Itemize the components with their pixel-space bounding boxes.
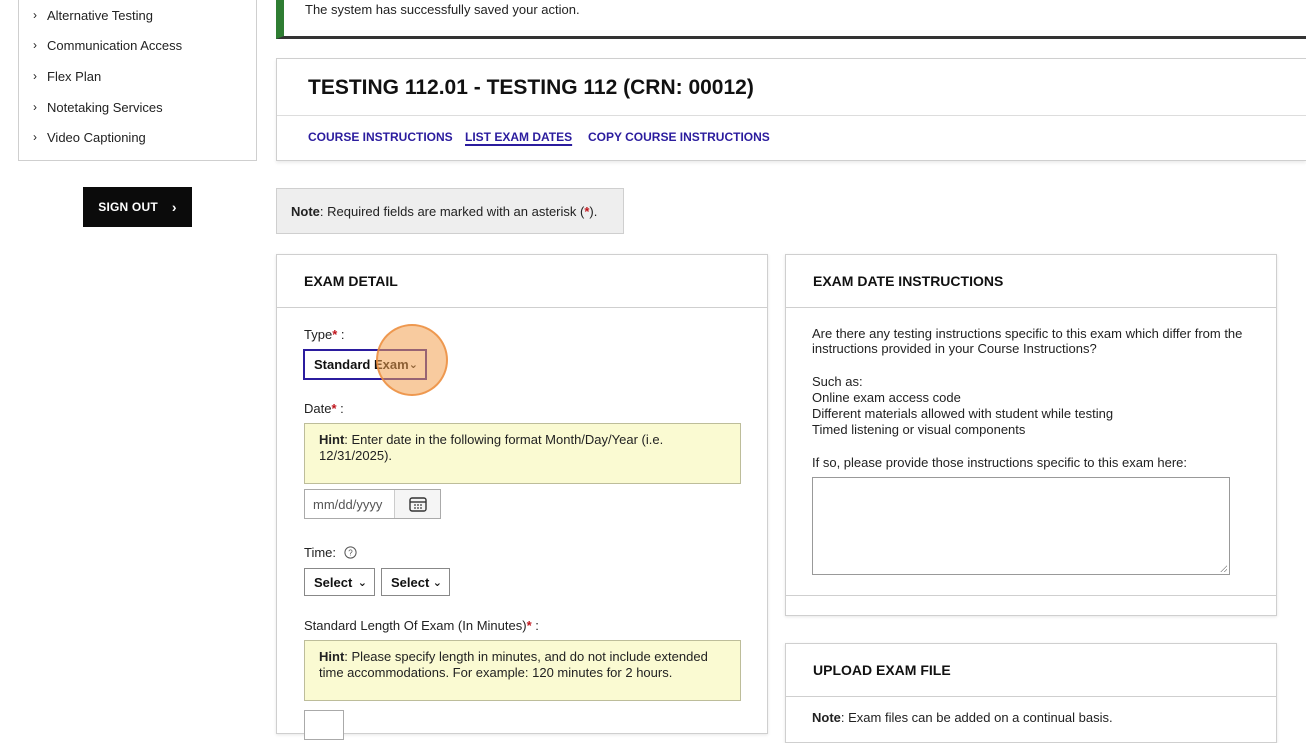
sidebar-item-label: Communication Access	[47, 37, 183, 53]
type-label-text: Type	[304, 327, 333, 342]
exam-date-instructions-header: EXAM DATE INSTRUCTIONS	[786, 255, 1276, 308]
required-asterisk: *	[526, 618, 532, 633]
divider	[786, 595, 1276, 596]
required-asterisk: *	[331, 401, 337, 416]
time-hour-select[interactable]: Select ⌄	[304, 568, 375, 596]
sidebar-item-label: Flex Plan	[47, 68, 102, 84]
sidebar-item-notetaking-services[interactable]: › Notetaking Services	[33, 97, 163, 117]
upload-note: Note: Exam files can be added on a conti…	[812, 710, 1113, 725]
example-item: Timed listening or visual components	[812, 422, 1026, 437]
sidebar-item-video-captioning[interactable]: › Video Captioning	[33, 127, 146, 147]
exam-instructions-textarea[interactable]	[812, 477, 1230, 575]
date-label-text: Date	[304, 401, 332, 416]
date-label: Date* :	[304, 401, 344, 416]
upload-exam-file-card: UPLOAD EXAM FILE Note: Exam files can be…	[785, 643, 1277, 743]
resize-handle-icon[interactable]	[1220, 565, 1227, 572]
time-label: Time: ?	[304, 545, 357, 560]
hint-prefix: Hint	[319, 432, 345, 447]
hint-text: : Enter date in the following format Mon…	[319, 432, 664, 463]
chevron-right-icon: ›	[33, 8, 37, 22]
length-label-text: Standard Length Of Exam (In Minutes)	[304, 618, 527, 633]
course-title: TESTING 112.01 - TESTING 112 (CRN: 00012…	[308, 76, 754, 99]
upload-exam-file-header: UPLOAD EXAM FILE	[786, 644, 1276, 697]
required-fields-note: Note : Required fields are marked with a…	[276, 188, 624, 234]
note-prefix: Note	[812, 710, 841, 725]
instructions-prompt: If so, please provide those instructions…	[812, 455, 1188, 470]
length-label: Standard Length Of Exam (In Minutes)* :	[304, 618, 539, 633]
example-item: Online exam access code	[812, 390, 961, 405]
chevron-right-icon: ›	[33, 69, 37, 83]
note-text: : Required fields are marked with an ast…	[319, 203, 585, 219]
alert-message: The system has successfully saved your a…	[305, 2, 580, 17]
sidebar-item-label: Notetaking Services	[47, 99, 163, 115]
course-instructions-link[interactable]: COURSE INSTRUCTIONS	[308, 130, 453, 144]
chevron-down-icon: ⌄	[357, 576, 367, 589]
calendar-icon	[408, 497, 427, 512]
sidebar-item-alternative-testing[interactable]: › Alternative Testing	[33, 5, 153, 25]
calendar-button[interactable]	[394, 490, 440, 518]
chevron-down-icon: ⌄	[408, 359, 418, 371]
sidebar-item-flex-plan[interactable]: › Flex Plan	[33, 66, 101, 86]
time-minute-value: Select	[391, 574, 430, 590]
hint-text: : Please specify length in minutes, and …	[319, 649, 708, 680]
instructions-question: Are there any testing instructions speci…	[812, 326, 1243, 356]
list-exam-dates-link[interactable]: LIST EXAM DATES	[465, 130, 572, 144]
exam-type-value: Standard Exam	[314, 357, 409, 372]
such-as-label: Such as:	[812, 374, 863, 389]
exam-detail-card: EXAM DETAIL Type* : Standard Exam ⌄ Date…	[276, 254, 768, 740]
time-label-text: Time:	[304, 545, 337, 560]
success-alert: The system has successfully saved your a…	[276, 0, 1306, 39]
hint-prefix: Hint	[319, 649, 345, 664]
length-hint: Hint: Please specify length in minutes, …	[304, 640, 741, 701]
exam-detail-header: EXAM DETAIL	[277, 255, 767, 308]
sidebar-item-label: Alternative Testing	[47, 7, 153, 23]
chevron-right-icon: ›	[171, 199, 177, 215]
example-item: Different materials allowed with student…	[812, 406, 1114, 421]
copy-course-instructions-link[interactable]: COPY COURSE INSTRUCTIONS	[588, 130, 770, 144]
sidebar-item-label: Video Captioning	[47, 129, 146, 145]
chevron-down-icon: ⌄	[432, 576, 442, 589]
date-hint: Hint: Enter date in the following format…	[304, 423, 741, 484]
exam-type-select[interactable]: Standard Exam ⌄	[303, 349, 427, 380]
sidebar-nav: › Alternative Testing › Communication Ac…	[18, 0, 257, 161]
chevron-right-icon: ›	[33, 38, 37, 52]
note-suffix: ).	[589, 203, 598, 219]
chevron-right-icon: ›	[33, 100, 37, 114]
sidebar-item-communication-access[interactable]: › Communication Access	[33, 35, 182, 55]
course-card: TESTING 112.01 - TESTING 112 (CRN: 00012…	[276, 58, 1306, 161]
sign-out-button[interactable]: SIGN OUT ›	[83, 187, 192, 227]
date-field[interactable]: mm/dd/yyyy	[304, 489, 441, 519]
exam-date-instructions-card: EXAM DATE INSTRUCTIONS Are there any tes…	[785, 254, 1277, 616]
chevron-right-icon: ›	[33, 130, 37, 144]
svg-text:?: ?	[348, 549, 353, 558]
note-text: : Exam files can be added on a continual…	[840, 710, 1113, 725]
time-minute-select[interactable]: Select ⌄	[381, 568, 450, 596]
help-icon[interactable]: ?	[344, 546, 357, 559]
exam-length-input[interactable]	[304, 710, 344, 740]
sign-out-label: SIGN OUT	[98, 200, 158, 214]
date-placeholder: mm/dd/yyyy	[313, 496, 383, 512]
required-asterisk: *	[332, 327, 338, 342]
divider	[277, 115, 1306, 116]
time-hour-value: Select	[314, 574, 353, 590]
type-label: Type* :	[304, 327, 345, 342]
note-prefix: Note	[291, 203, 320, 219]
